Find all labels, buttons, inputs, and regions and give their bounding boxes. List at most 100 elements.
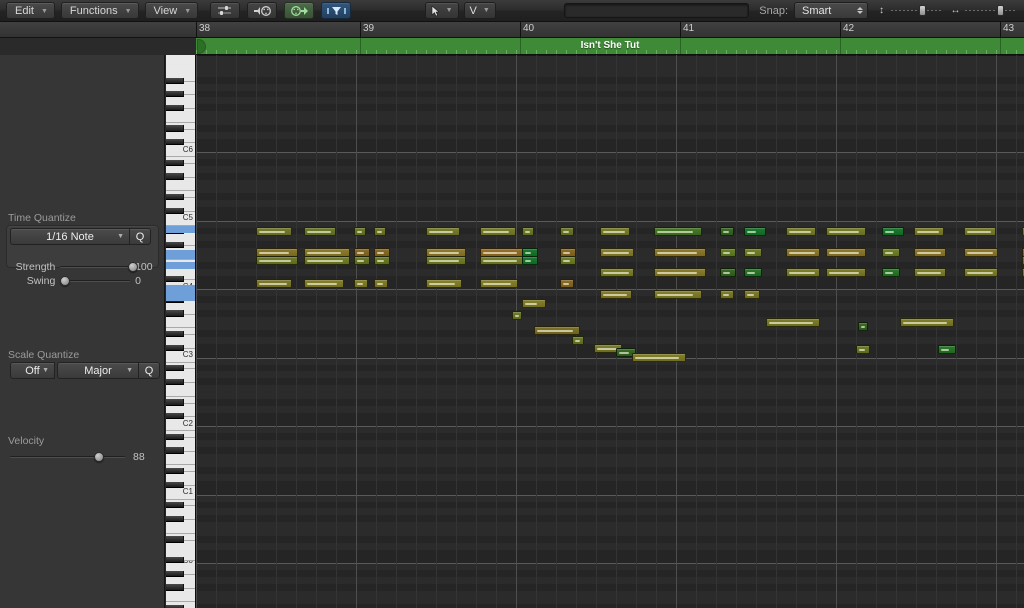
piano-black-key[interactable]	[166, 310, 184, 316]
midi-note[interactable]	[560, 256, 576, 265]
piano-black-key[interactable]	[166, 160, 184, 166]
piano-black-key[interactable]	[166, 139, 184, 145]
horizontal-zoom-thumb[interactable]	[997, 5, 1004, 16]
piano-black-key[interactable]	[166, 331, 184, 337]
midi-note[interactable]	[560, 279, 574, 288]
piano-key-highlighted[interactable]	[166, 226, 196, 233]
midi-note[interactable]	[882, 227, 904, 236]
piano-white-key[interactable]	[166, 522, 196, 534]
piano-black-key[interactable]	[166, 468, 184, 474]
midi-note[interactable]	[256, 279, 292, 288]
vertical-zoom-slider[interactable]: ↕	[876, 5, 943, 16]
midi-note[interactable]	[964, 248, 998, 257]
midi-note[interactable]	[826, 248, 866, 257]
menu-functions[interactable]: Functions ▼	[61, 2, 139, 19]
piano-black-key[interactable]	[166, 413, 184, 419]
midi-note[interactable]	[786, 248, 820, 257]
velocity-tool-select[interactable]: V ▼	[464, 2, 496, 19]
midi-note[interactable]	[426, 227, 460, 236]
piano-key-highlighted[interactable]	[166, 292, 196, 301]
menu-edit[interactable]: Edit ▼	[6, 2, 55, 19]
midi-note[interactable]	[964, 227, 996, 236]
piano-black-key[interactable]	[166, 399, 184, 405]
swing-slider[interactable]	[60, 275, 130, 287]
midi-note[interactable]	[964, 268, 998, 277]
piano-white-key[interactable]	[166, 385, 196, 397]
midi-note[interactable]	[600, 227, 630, 236]
midi-note[interactable]	[786, 227, 816, 236]
midi-note[interactable]	[572, 336, 584, 345]
midi-note[interactable]	[900, 318, 954, 327]
midi-note[interactable]	[480, 256, 524, 265]
search-input[interactable]	[564, 3, 749, 18]
piano-black-key[interactable]	[166, 447, 184, 453]
piano-black-key[interactable]	[166, 91, 184, 97]
piano-key-highlighted[interactable]	[166, 250, 196, 259]
midi-note[interactable]	[720, 268, 736, 277]
midi-note[interactable]	[522, 227, 534, 236]
midi-note[interactable]	[654, 248, 706, 257]
midi-note[interactable]	[374, 227, 386, 236]
piano-black-key[interactable]	[166, 365, 184, 371]
piano-black-key[interactable]	[166, 105, 184, 111]
piano-black-key[interactable]	[166, 78, 184, 84]
midi-note[interactable]	[882, 248, 900, 257]
midi-note[interactable]	[914, 248, 946, 257]
midi-note[interactable]	[720, 290, 734, 299]
midi-note[interactable]	[374, 279, 388, 288]
midi-note[interactable]	[600, 268, 634, 277]
midi-note[interactable]	[654, 268, 706, 277]
midi-note[interactable]	[826, 268, 866, 277]
midi-note[interactable]	[720, 227, 734, 236]
piano-black-key[interactable]	[166, 276, 184, 282]
piano-black-key[interactable]	[166, 379, 184, 385]
piano-black-key[interactable]	[166, 345, 184, 351]
timeline-ruler[interactable]: 383940414243	[196, 22, 1024, 38]
piano-black-key[interactable]	[166, 242, 184, 248]
piano-black-key[interactable]	[166, 482, 184, 488]
midi-note[interactable]	[480, 279, 518, 288]
midi-note[interactable]	[560, 227, 574, 236]
midi-note[interactable]	[914, 227, 944, 236]
piano-black-key[interactable]	[166, 502, 184, 508]
piano-black-key[interactable]	[166, 571, 184, 577]
midi-in-icon[interactable]	[247, 2, 277, 19]
midi-note[interactable]	[720, 248, 736, 257]
piano-white-key[interactable]	[166, 317, 196, 329]
menu-view[interactable]: View ▼	[145, 2, 199, 19]
midi-note[interactable]	[826, 227, 866, 236]
piano-black-key[interactable]	[166, 557, 184, 563]
piano-white-key[interactable]	[166, 180, 196, 192]
piano-keyboard[interactable]: C0C1C2C3C4C5C6C-1	[166, 55, 196, 608]
scale-quantize-q-button[interactable]: Q	[138, 362, 160, 379]
midi-note[interactable]	[858, 322, 868, 331]
midi-note[interactable]	[744, 290, 760, 299]
midi-note[interactable]	[600, 248, 634, 257]
velocity-slider[interactable]	[10, 451, 125, 463]
automation-icon[interactable]	[210, 2, 240, 19]
midi-note[interactable]	[654, 227, 702, 236]
midi-note[interactable]	[426, 256, 466, 265]
midi-note[interactable]	[426, 279, 462, 288]
midi-note[interactable]	[512, 311, 522, 320]
midi-note[interactable]	[632, 353, 686, 362]
midi-note[interactable]	[856, 345, 870, 354]
midi-note[interactable]	[938, 345, 956, 354]
midi-note[interactable]	[256, 256, 298, 265]
velocity-slider-knob[interactable]	[94, 452, 104, 462]
midi-note[interactable]	[354, 227, 366, 236]
midi-note[interactable]	[304, 227, 336, 236]
midi-note[interactable]	[522, 256, 538, 265]
midi-note[interactable]	[744, 268, 762, 277]
piano-black-key[interactable]	[166, 125, 184, 131]
note-grid[interactable]	[196, 55, 1024, 608]
piano-black-key[interactable]	[166, 516, 184, 522]
midi-note[interactable]	[914, 268, 946, 277]
midi-note[interactable]	[354, 256, 370, 265]
midi-note[interactable]	[744, 227, 766, 236]
midi-note[interactable]	[304, 279, 344, 288]
strength-slider[interactable]	[60, 261, 130, 273]
pointer-tool-select[interactable]: ▼	[425, 2, 459, 19]
midi-note[interactable]	[654, 290, 702, 299]
midi-note[interactable]	[882, 268, 900, 277]
